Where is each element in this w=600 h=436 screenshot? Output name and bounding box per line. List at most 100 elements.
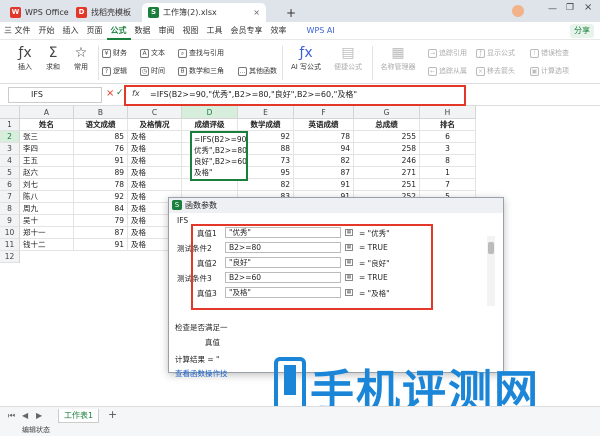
remove-arrows-button[interactable]: × 移去箭头 <box>476 66 515 76</box>
table-cell[interactable]: 钱十二 <box>20 239 74 251</box>
table-cell[interactable]: 李四 <box>20 143 74 155</box>
table-cell[interactable]: 及格 <box>128 131 182 143</box>
insert-function-button[interactable]: ƒx 插入 <box>12 44 38 72</box>
table-cell[interactable]: 91 <box>74 239 128 251</box>
row-header[interactable]: 12 <box>0 251 20 263</box>
row-header[interactable]: 5 <box>0 167 20 179</box>
table-cell[interactable]: 271 <box>354 167 420 179</box>
table-cell[interactable]: 251 <box>354 179 420 191</box>
table-cell[interactable]: 王五 <box>20 155 74 167</box>
add-sheet-button[interactable]: + <box>108 408 117 421</box>
table-cell[interactable]: 7 <box>420 179 476 191</box>
name-manager-button[interactable]: ▦ 名称管理器 <box>376 44 420 72</box>
column-header-e[interactable]: E <box>238 106 294 119</box>
table-cell[interactable]: 258 <box>354 143 420 155</box>
text-button[interactable]: A 文本 <box>140 48 165 58</box>
row-header[interactable]: 2 <box>0 131 20 143</box>
other-functions-button[interactable]: … 其他函数 <box>238 66 277 76</box>
error-check-button[interactable]: ! 错误检查 <box>530 48 569 58</box>
menu-insert[interactable]: 插入 <box>59 22 83 40</box>
table-cell[interactable]: 8 <box>420 155 476 167</box>
menu-tools[interactable]: 工具 <box>203 22 227 40</box>
header-cell[interactable]: 及格情况 <box>128 119 182 131</box>
show-formula-button[interactable]: ƒ 显示公式 <box>476 48 515 58</box>
first-sheet-icon[interactable]: ⏮ <box>8 411 15 421</box>
header-cell[interactable]: 英语成绩 <box>294 119 354 131</box>
table-cell[interactable]: 79 <box>74 215 128 227</box>
table-cell[interactable]: 78 <box>74 179 128 191</box>
column-header-g[interactable]: G <box>354 106 420 119</box>
table-cell[interactable]: 87 <box>74 227 128 239</box>
table-cell[interactable]: 94 <box>294 143 354 155</box>
cancel-icon[interactable]: × <box>106 88 114 99</box>
row-header[interactable]: 11 <box>0 239 20 251</box>
column-header-f[interactable]: F <box>294 106 354 119</box>
table-cell[interactable]: 91 <box>74 155 128 167</box>
row-header[interactable]: 9 <box>0 215 20 227</box>
table-cell[interactable]: 84 <box>74 203 128 215</box>
sheet-tab[interactable]: 工作表1 <box>58 409 100 423</box>
trace-precedents-button[interactable]: → 追踪引用 <box>428 48 467 58</box>
table-cell[interactable]: 246 <box>354 155 420 167</box>
next-sheet-icon[interactable]: ▶ <box>36 411 42 420</box>
table-cell[interactable]: 赵六 <box>20 167 74 179</box>
logic-button[interactable]: ? 逻辑 <box>102 66 127 76</box>
table-cell[interactable]: 1 <box>420 167 476 179</box>
menu-formula[interactable]: 公式 <box>106 22 131 40</box>
header-cell[interactable]: 成绩评级 <box>182 119 238 131</box>
menu-efficiency[interactable]: 效率 <box>267 22 291 40</box>
table-cell[interactable]: 郑十一 <box>20 227 74 239</box>
menu-review[interactable]: 审阅 <box>155 22 179 40</box>
tab-wps-office[interactable]: W WPS Office <box>4 3 75 22</box>
name-box[interactable]: IFS <box>8 87 102 103</box>
table-cell[interactable]: 3 <box>420 143 476 155</box>
row-header[interactable]: 6 <box>0 179 20 191</box>
column-header-c[interactable]: C <box>128 106 182 119</box>
table-cell[interactable]: 85 <box>74 131 128 143</box>
table-cell[interactable]: 6 <box>420 131 476 143</box>
menu-view[interactable]: 视图 <box>179 22 203 40</box>
row-header[interactable]: 8 <box>0 203 20 215</box>
scrollbar-thumb[interactable] <box>488 242 494 254</box>
table-cell[interactable]: 78 <box>294 131 354 143</box>
trace-dependents-button[interactable]: ← 追踪从属 <box>428 66 467 76</box>
header-cell[interactable]: 姓名 <box>20 119 74 131</box>
confirm-icon[interactable]: ✓ <box>116 88 124 98</box>
table-cell[interactable]: 张三 <box>20 131 74 143</box>
column-header-d[interactable]: D <box>182 106 238 119</box>
table-cell[interactable]: 91 <box>294 179 354 191</box>
sum-button[interactable]: Σ 求和 <box>40 44 66 72</box>
table-cell[interactable]: 及格 <box>128 143 182 155</box>
table-cell[interactable]: 87 <box>294 167 354 179</box>
table-cell[interactable]: 吴十 <box>20 215 74 227</box>
dialog-scrollbar[interactable] <box>487 236 495 306</box>
table-cell[interactable]: 92 <box>74 191 128 203</box>
prev-sheet-icon[interactable]: ◀ <box>22 411 28 420</box>
row-header[interactable]: 7 <box>0 191 20 203</box>
table-cell[interactable]: 及格 <box>128 167 182 179</box>
header-cell[interactable]: 排名 <box>420 119 476 131</box>
table-cell[interactable]: 及格 <box>128 179 182 191</box>
menu-member[interactable]: 会员专享 <box>227 22 267 40</box>
row-header[interactable]: 1 <box>0 119 20 131</box>
calc-options-button[interactable]: ▣ 计算选项 <box>530 66 569 76</box>
table-cell[interactable]: 255 <box>354 131 420 143</box>
ai-formula-button[interactable]: ƒx AI 写公式 <box>286 44 326 72</box>
table-cell[interactable]: 周九 <box>20 203 74 215</box>
maximize-icon[interactable]: ❐ <box>566 3 574 13</box>
help-link[interactable]: 查看函数操作技 <box>175 368 228 379</box>
time-button[interactable]: ◷ 时间 <box>140 66 165 76</box>
finance-button[interactable]: ¥ 财务 <box>102 48 127 58</box>
table-cell[interactable]: 陈八 <box>20 191 74 203</box>
active-edit-cell[interactable]: =IFS(B2>=90," 优秀",B2>=80," 良好",B2>=60," … <box>190 131 248 181</box>
menu-home[interactable]: 开始 <box>35 22 59 40</box>
tab-workbook[interactable]: S 工作簿(2).xlsx × <box>142 3 266 22</box>
table-cell[interactable]: 及格 <box>128 155 182 167</box>
header-cell[interactable]: 数学成绩 <box>238 119 294 131</box>
table-cell[interactable]: 89 <box>74 167 128 179</box>
wps-ai-button[interactable]: WPS AI <box>303 22 339 40</box>
column-header-b[interactable]: B <box>74 106 128 119</box>
header-cell[interactable]: 语文成绩 <box>74 119 128 131</box>
share-button[interactable]: 分享 <box>570 23 594 38</box>
tab-template[interactable]: D 找稻壳模板 <box>70 3 137 22</box>
